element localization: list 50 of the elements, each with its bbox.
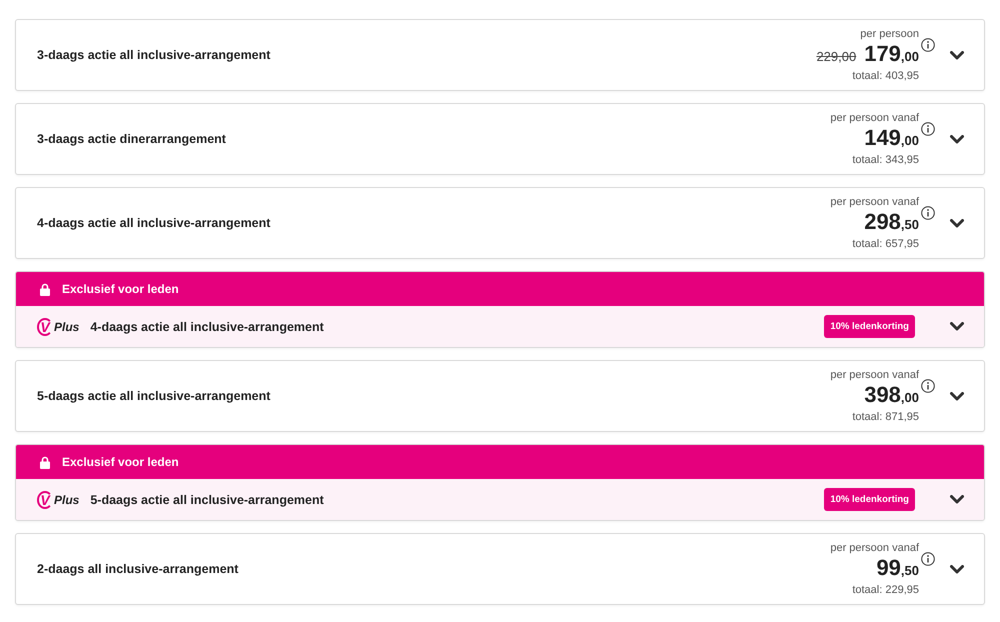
chevron-down-icon (950, 495, 964, 504)
vplus-logo: V Plus (37, 490, 80, 508)
price: 398,00 (864, 382, 919, 408)
package-title: 4-daags actie all inclusive-arrangement (37, 216, 272, 230)
total-price: totaal: 657,95 (852, 236, 919, 250)
expand-button[interactable] (949, 218, 965, 228)
chevron-down-icon (950, 218, 964, 228)
lock-icon (40, 282, 50, 296)
total-price: totaal: 343,95 (852, 152, 919, 166)
price-label: per persoon vanaf (830, 368, 919, 382)
expand-button[interactable] (949, 134, 965, 144)
package-title: 3-daags actie all inclusive-arrangement (37, 48, 272, 62)
expand-button[interactable] (949, 390, 965, 402)
vplus-logo: V Plus (37, 318, 80, 336)
discount-badge: 10% ledenkorting (824, 315, 915, 338)
expand-button[interactable] (949, 494, 965, 505)
info-icon[interactable] (921, 122, 935, 136)
info-icon[interactable] (921, 552, 935, 566)
price: 99,50 (876, 554, 919, 582)
chevron-down-icon (950, 322, 964, 331)
banner-text: Exclusief voor leden (62, 282, 179, 296)
package-title: 5-daags actie all inclusive-arrangement (37, 389, 272, 403)
expand-button[interactable] (949, 321, 965, 332)
chevron-down-icon (950, 392, 964, 400)
chevron-down-icon (950, 134, 964, 144)
banner-text: Exclusief voor leden (62, 455, 179, 469)
price-label: per persoon vanaf (830, 112, 919, 124)
price: 298,50 (864, 208, 919, 236)
price-label: per persoon vanaf (830, 196, 919, 208)
info-icon[interactable] (921, 378, 935, 392)
discount-badge: 10% ledenkorting (824, 488, 915, 511)
total-price: totaal: 871,95 (852, 410, 919, 424)
package-title: 3-daags actie dinerarrangement (37, 132, 227, 146)
total-price: totaal: 229,95 (852, 582, 919, 596)
price: 179,00 (864, 40, 919, 68)
price-label: per persoon (860, 28, 919, 40)
expand-button[interactable] (949, 50, 965, 60)
package-title: 5-daags actie all inclusive-arrangement (90, 492, 325, 506)
package-title: 2-daags all inclusive-arrangement (37, 562, 240, 576)
expand-button[interactable] (949, 564, 965, 574)
info-icon[interactable] (921, 206, 935, 220)
price: 149,00 (864, 124, 919, 152)
price-label: per persoon vanaf (830, 542, 919, 554)
info-icon[interactable] (921, 38, 935, 52)
package-title: 4-daags actie all inclusive-arrangement (90, 320, 325, 334)
lock-icon (40, 456, 50, 468)
total-price: totaal: 403,95 (852, 68, 919, 82)
chevron-down-icon (950, 50, 964, 60)
chevron-down-icon (950, 564, 964, 574)
old-price: 229,00 (816, 48, 856, 66)
